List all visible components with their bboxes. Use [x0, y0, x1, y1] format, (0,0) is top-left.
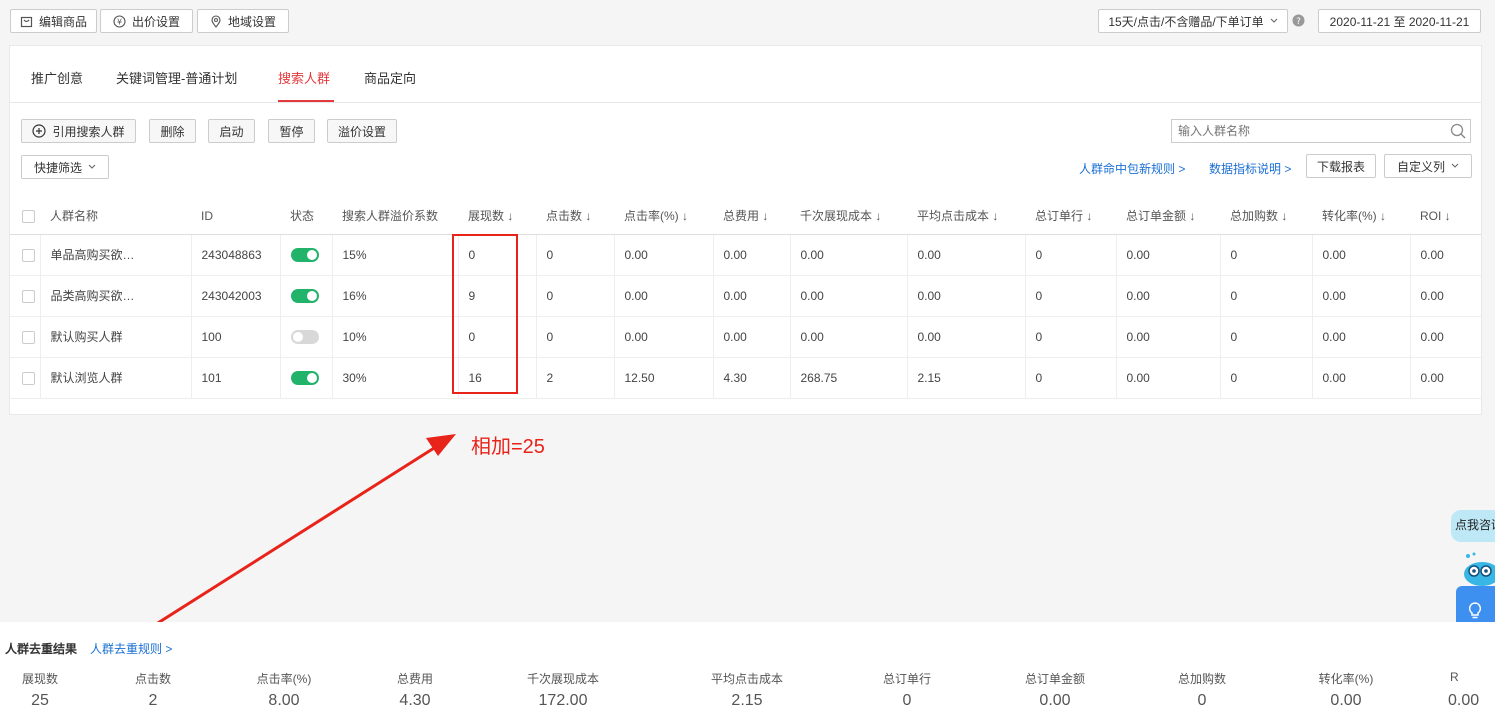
summary-metric-value: 2 — [148, 692, 158, 709]
summary-metric-value: 0.00 — [1330, 692, 1362, 709]
summary-metric-value: 0 — [1197, 692, 1207, 709]
summary-metric-label: 点击率(%) — [256, 672, 312, 686]
dedup-rule-link[interactable]: 人群去重规则 > — [90, 640, 172, 657]
summary-metric-value: 4.30 — [399, 692, 431, 709]
summary-metric-label: 点击数 — [134, 672, 171, 686]
mascot-icon[interactable] — [1460, 552, 1495, 588]
summary-metric-label: 总费用 — [396, 672, 433, 686]
summary-metric-label: 总订单行 — [882, 672, 931, 686]
summary-metric-value: 8.00 — [268, 692, 300, 709]
summary-metric-value: 172.00 — [538, 692, 588, 709]
summary-metric-label: 总加购数 — [1177, 672, 1226, 686]
annotation-text: 相加=25 — [471, 436, 545, 458]
summary-metric-label: 转化率(%) — [1318, 672, 1374, 686]
summary-metric-label: 总订单金额 — [1024, 672, 1085, 686]
lightbulb-icon[interactable] — [1468, 602, 1482, 620]
consult-bubble[interactable]: 点我咨询 — [1451, 510, 1495, 542]
summary-metric-label: 平均点击成本 — [710, 672, 783, 686]
summary-metric-value: 0 — [902, 692, 912, 709]
summary-metric-label: 展现数 — [21, 672, 58, 686]
summary-metric-value: 0.00 — [1039, 692, 1071, 709]
annotation-arrow — [59, 434, 456, 687]
summary-metric-value: 25 — [31, 692, 49, 709]
summary-metric-label: R — [1450, 670, 1459, 684]
summary-metric-value: 2.15 — [731, 692, 763, 709]
consult-label: 点我咨询 — [1455, 518, 1495, 532]
dedup-summary: 人群去重结果 人群去重规则 > 展现数 25 点击数 2 点击率(%) 8.00 总费用 4.… — [0, 622, 1495, 727]
summary-metric-value: 0.00 — [1448, 692, 1480, 709]
summary-metric-label: 千次展现成本 — [526, 672, 599, 686]
summary-title: 人群去重结果 — [5, 642, 78, 656]
